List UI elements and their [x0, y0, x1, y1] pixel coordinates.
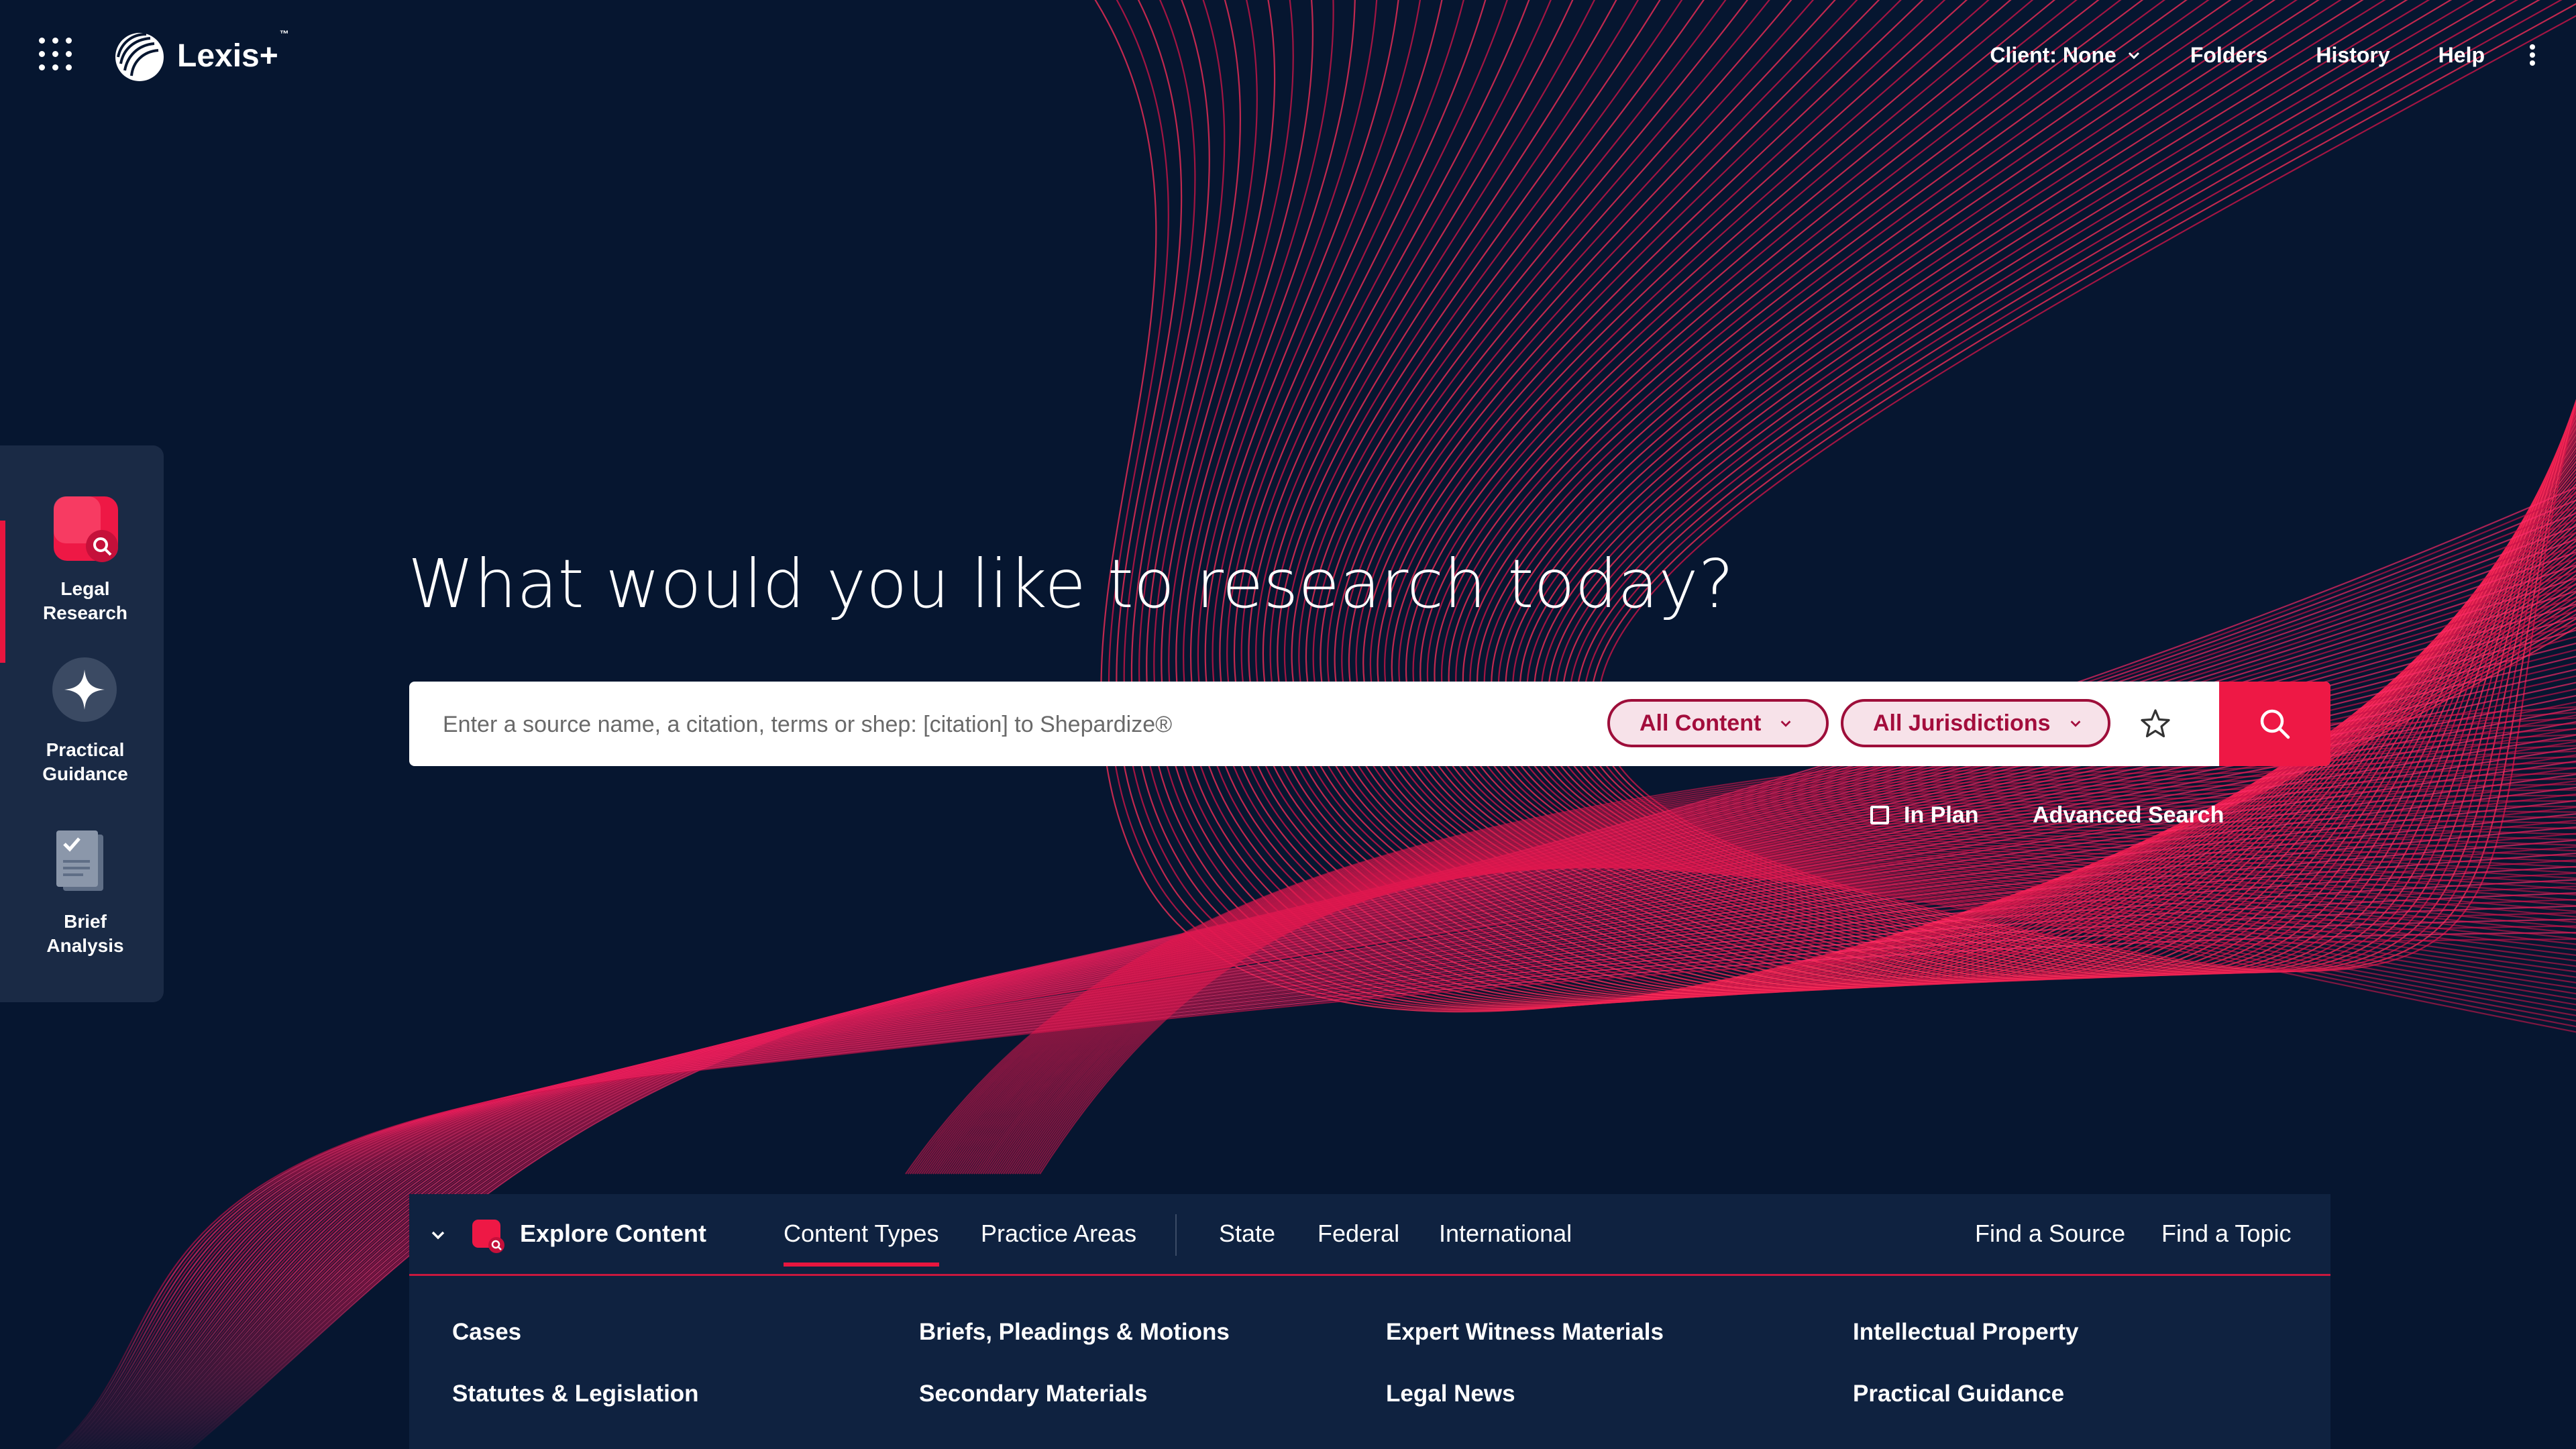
advanced-search-label: Advanced Search — [2033, 802, 2224, 828]
client-selector[interactable]: Client: None — [1990, 43, 2141, 68]
rail-label-line1: Legal — [60, 578, 110, 599]
search-bar: All Content All Jurisdictions — [409, 682, 2330, 766]
search-button[interactable] — [2219, 682, 2330, 766]
in-plan-checkbox[interactable] — [1870, 806, 1889, 824]
chevron-down-icon — [1780, 720, 1791, 727]
top-nav: Client: None Folders History Help — [1941, 38, 2536, 72]
content-link-cases[interactable]: Cases — [452, 1319, 521, 1346]
content-link-secondary[interactable]: Secondary Materials — [919, 1381, 1147, 1407]
rail-label-line1: Practical — [46, 739, 125, 760]
content-link-practical-guidance[interactable]: Practical Guidance — [1853, 1381, 2064, 1407]
jurisdiction-filter-label: All Jurisdictions — [1873, 710, 2051, 736]
help-link[interactable]: Help — [2438, 43, 2485, 68]
explore-content-title[interactable]: Explore Content — [520, 1220, 706, 1248]
rail-item-practical-guidance[interactable]: Practical Guidance — [0, 655, 164, 809]
search-input[interactable] — [441, 702, 1585, 747]
rail-label-line2: Guidance — [42, 763, 128, 784]
rail-label-line2: Research — [42, 602, 128, 623]
search-icon — [2260, 709, 2290, 739]
content-link-briefs[interactable]: Briefs, Pleadings & Motions — [919, 1319, 1230, 1346]
star-icon[interactable] — [2139, 707, 2172, 741]
folders-link[interactable]: Folders — [2190, 43, 2268, 68]
tab-content-types[interactable]: Content Types — [784, 1220, 939, 1267]
content-filter-label: All Content — [1640, 710, 1762, 736]
find-a-topic-link[interactable]: Find a Topic — [2161, 1220, 2291, 1248]
tab-state[interactable]: State — [1219, 1220, 1275, 1248]
tab-international[interactable]: International — [1439, 1220, 1572, 1248]
content-link-legal-news[interactable]: Legal News — [1386, 1381, 1515, 1407]
top-bar: Lexis+™ Client: None Folders History Hel… — [0, 0, 2576, 111]
find-a-source-link[interactable]: Find a Source — [1975, 1220, 2125, 1248]
tab-practice-areas[interactable]: Practice Areas — [981, 1220, 1136, 1248]
client-label: Client: None — [1990, 42, 2116, 67]
rail-label-line2: Analysis — [46, 935, 124, 956]
lexis-logo[interactable]: Lexis+™ — [111, 25, 289, 86]
jurisdiction-filter-dropdown[interactable]: All Jurisdictions — [1841, 699, 2110, 747]
explore-content-panel: Explore Content Content Types Practice A… — [409, 1194, 2330, 1449]
tab-federal[interactable]: Federal — [1318, 1220, 1399, 1248]
logo-text: Lexis+™ — [177, 28, 289, 74]
chevron-down-icon — [2070, 720, 2080, 727]
explore-header: Explore Content Content Types Practice A… — [409, 1194, 2330, 1276]
more-vert-icon[interactable] — [2528, 43, 2536, 67]
in-plan-label: In Plan — [1904, 802, 1979, 828]
chevron-down-icon — [2128, 52, 2139, 60]
in-plan-toggle[interactable]: In Plan — [1870, 798, 1978, 832]
rail-item-legal-research[interactable]: Legal Research — [0, 483, 164, 663]
brief-analysis-icon — [56, 830, 103, 891]
legal-research-icon — [54, 496, 118, 562]
content-link-expert-witness[interactable]: Expert Witness Materials — [1386, 1319, 1664, 1346]
rail-item-brief-analysis[interactable]: Brief Analysis — [0, 826, 164, 981]
chevron-down-icon[interactable] — [428, 1225, 448, 1245]
page-title: What would you like to research today? — [408, 545, 1734, 623]
advanced-search-link[interactable]: Advanced Search — [2033, 798, 2224, 832]
explore-content-icon — [472, 1220, 504, 1253]
left-rail: Legal Research Practical Guidance Brief … — [0, 445, 164, 1002]
tab-divider — [1175, 1214, 1177, 1256]
practical-guidance-icon — [52, 657, 117, 722]
content-filter-dropdown[interactable]: All Content — [1607, 699, 1829, 747]
content-link-statutes[interactable]: Statutes & Legislation — [452, 1381, 699, 1407]
lexis-logo-mark-icon — [115, 33, 164, 81]
page: Lexis+™ Client: None Folders History Hel… — [0, 0, 2576, 1449]
rail-label-line1: Brief — [64, 911, 107, 932]
history-link[interactable]: History — [2316, 43, 2390, 68]
app-grid-icon[interactable] — [39, 38, 72, 71]
content-link-intellectual-property[interactable]: Intellectual Property — [1853, 1319, 2078, 1346]
